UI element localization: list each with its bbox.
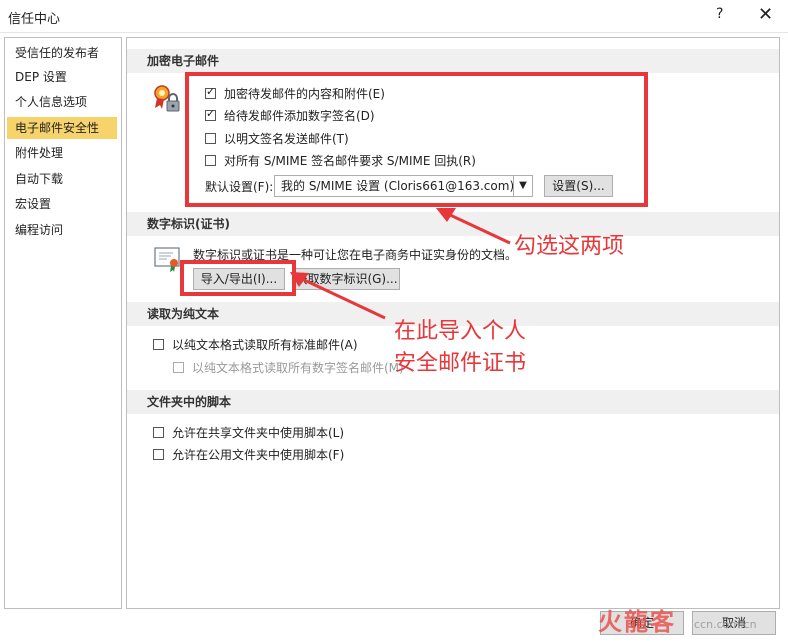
annotation-text-import-line2: 安全邮件证书 [394, 351, 527, 376]
annotation-text-import-line1: 在此导入个人 [394, 319, 527, 344]
watermark-site: ccn.com.cn [694, 618, 757, 631]
arrow-to-encryption-box [447, 212, 511, 245]
arrow-to-import-button [299, 276, 386, 320]
annotation-text-check-two: 勾选这两项 [514, 234, 625, 259]
watermark-logo: 火龍客 [598, 608, 676, 636]
